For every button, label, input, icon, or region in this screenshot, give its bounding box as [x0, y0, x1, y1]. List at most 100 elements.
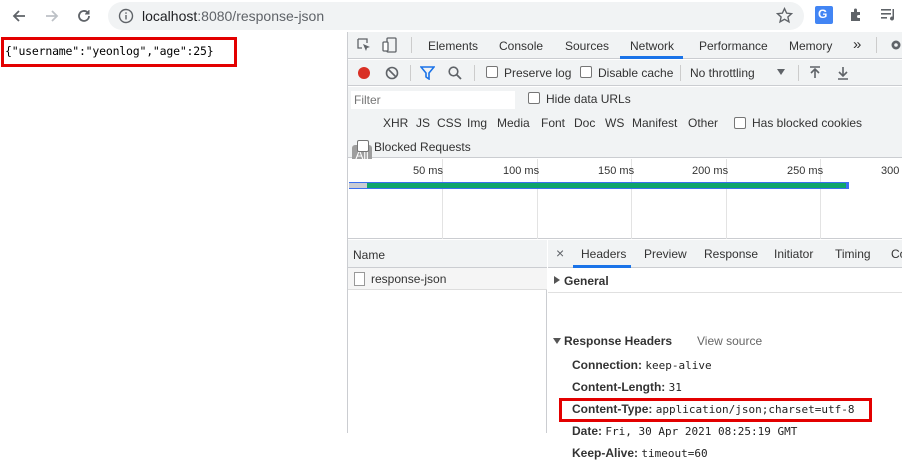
tab-sources[interactable]: Sources [565, 39, 609, 53]
divider [410, 65, 411, 81]
record-icon[interactable] [357, 66, 371, 80]
tab-headers[interactable]: Headers [581, 247, 626, 261]
filter-type-media[interactable]: Media [497, 116, 530, 130]
disable-cache-label: Disable cache [598, 66, 674, 80]
import-har-icon[interactable] [809, 66, 821, 80]
highlight-box-json [1, 37, 237, 67]
request-detail-panel: × Headers Preview Response Initiator Tim… [548, 240, 902, 460]
header-row-content-length: Content-Length: 31 [572, 380, 682, 394]
request-list: Name response-json [348, 240, 547, 433]
highlight-box-content-type [559, 398, 872, 422]
media-control-icon[interactable] [880, 7, 898, 23]
hide-data-urls-checkbox[interactable] [528, 92, 540, 104]
header-row-keep-alive: Keep-Alive: timeout=60 [572, 446, 708, 460]
filter-bar: Hide data URLs All XHR JS CSS Img Media … [348, 87, 902, 165]
tick-label: 200 ms [692, 165, 729, 177]
filter-type-img[interactable]: Img [467, 116, 487, 130]
tab-console[interactable]: Console [499, 39, 543, 53]
tab-cookies-truncated[interactable]: Co [891, 247, 902, 261]
preserve-log-label: Preserve log [504, 66, 572, 80]
forward-button[interactable] [40, 4, 64, 28]
disable-cache-checkbox[interactable] [580, 66, 592, 78]
header-row-date: Date: Fri, 30 Apr 2021 08:25:19 GMT [572, 424, 798, 438]
page-content: {"username":"yeonlog","age":25} [0, 32, 347, 433]
filter-input[interactable] [351, 91, 515, 109]
filter-type-css[interactable]: CSS [437, 116, 462, 130]
search-icon[interactable] [448, 66, 462, 80]
extensions-puzzle-icon[interactable] [848, 7, 864, 23]
document-file-icon [354, 272, 365, 286]
tab-network[interactable]: Network [630, 39, 674, 53]
clear-icon[interactable] [385, 66, 399, 80]
tab-preview[interactable]: Preview [644, 247, 687, 261]
network-overview-timeline: 50 ms 100 ms 150 ms 200 ms 250 ms 300 [348, 159, 902, 239]
tab-initiator[interactable]: Initiator [774, 247, 813, 261]
tick-label: 300 [881, 165, 900, 177]
filter-type-doc[interactable]: Doc [574, 116, 595, 130]
filter-type-ws[interactable]: WS [605, 116, 624, 130]
divider [798, 65, 799, 81]
network-toolbar: Preserve log Disable cache No throttling [348, 60, 902, 86]
timeline-bar-download [367, 183, 846, 188]
info-icon[interactable] [118, 8, 134, 24]
filter-type-font[interactable]: Font [541, 116, 565, 130]
general-section[interactable]: General [548, 268, 902, 293]
detail-tab-bar: × Headers Preview Response Initiator Tim… [548, 240, 902, 268]
device-toolbar-icon[interactable] [382, 37, 398, 53]
tab-timing[interactable]: Timing [835, 247, 871, 261]
tab-performance[interactable]: Performance [699, 39, 768, 53]
filter-type-manifest[interactable]: Manifest [632, 116, 677, 130]
close-detail-button[interactable]: × [556, 245, 564, 261]
url-text[interactable]: localhost:8080/response-json [142, 8, 324, 24]
timeline-bar-waiting [349, 183, 367, 188]
throttling-select[interactable]: No throttling [690, 66, 755, 80]
has-blocked-cookies-checkbox[interactable] [734, 117, 746, 129]
blocked-requests-label: Blocked Requests [374, 140, 471, 154]
devtools-tab-bar: Elements Console Sources Network Perform… [348, 32, 902, 59]
preserve-log-checkbox[interactable] [486, 66, 498, 78]
tab-response[interactable]: Response [704, 247, 758, 261]
expand-triangle-icon [554, 276, 560, 284]
reload-icon [78, 10, 90, 22]
divider [411, 37, 412, 53]
table-row[interactable]: response-json [348, 268, 547, 290]
export-har-icon[interactable] [837, 66, 849, 80]
filter-type-other[interactable]: Other [688, 116, 718, 130]
collapse-triangle-icon[interactable] [553, 338, 561, 344]
filter-type-xhr[interactable]: XHR [383, 116, 408, 130]
general-section-title: General [564, 274, 609, 288]
address-bar[interactable]: localhost:8080/response-json [108, 2, 804, 30]
has-blocked-cookies-label: Has blocked cookies [752, 116, 863, 130]
browser-toolbar: localhost:8080/response-json G [0, 0, 902, 32]
request-name[interactable]: response-json [371, 272, 446, 286]
tab-memory[interactable]: Memory [789, 39, 832, 53]
divider [474, 65, 475, 81]
filter-type-js[interactable]: JS [416, 116, 430, 130]
bookmark-star-icon[interactable] [776, 7, 793, 24]
tick-label: 100 ms [503, 165, 540, 177]
request-list-header: Name [348, 240, 547, 268]
tick-label: 50 ms [413, 165, 443, 177]
settings-gear-icon[interactable] [889, 38, 902, 52]
back-arrow-icon [12, 10, 25, 22]
response-headers-title[interactable]: Response Headers [564, 334, 672, 348]
inspect-element-icon[interactable] [357, 38, 372, 53]
more-tabs-button[interactable]: » [853, 36, 861, 53]
translate-extension-icon[interactable]: G [815, 6, 833, 24]
blocked-requests-checkbox[interactable] [357, 140, 369, 152]
active-tab-indicator [620, 56, 683, 59]
tick-label: 150 ms [598, 165, 635, 177]
forward-arrow-icon [46, 10, 59, 22]
tick-label: 250 ms [787, 165, 824, 177]
reload-button[interactable] [72, 4, 96, 28]
filter-funnel-icon[interactable] [420, 66, 435, 80]
dropdown-triangle-icon[interactable] [777, 69, 785, 75]
view-source-link[interactable]: View source [697, 334, 762, 348]
divider [876, 37, 877, 53]
name-column-header[interactable]: Name [353, 248, 385, 262]
devtools-panel: Elements Console Sources Network Perform… [347, 32, 902, 460]
back-button[interactable] [7, 4, 31, 28]
tab-elements[interactable]: Elements [428, 39, 478, 53]
header-row-connection: Connection: keep-alive [572, 358, 712, 372]
hide-data-urls-label: Hide data URLs [546, 92, 631, 106]
